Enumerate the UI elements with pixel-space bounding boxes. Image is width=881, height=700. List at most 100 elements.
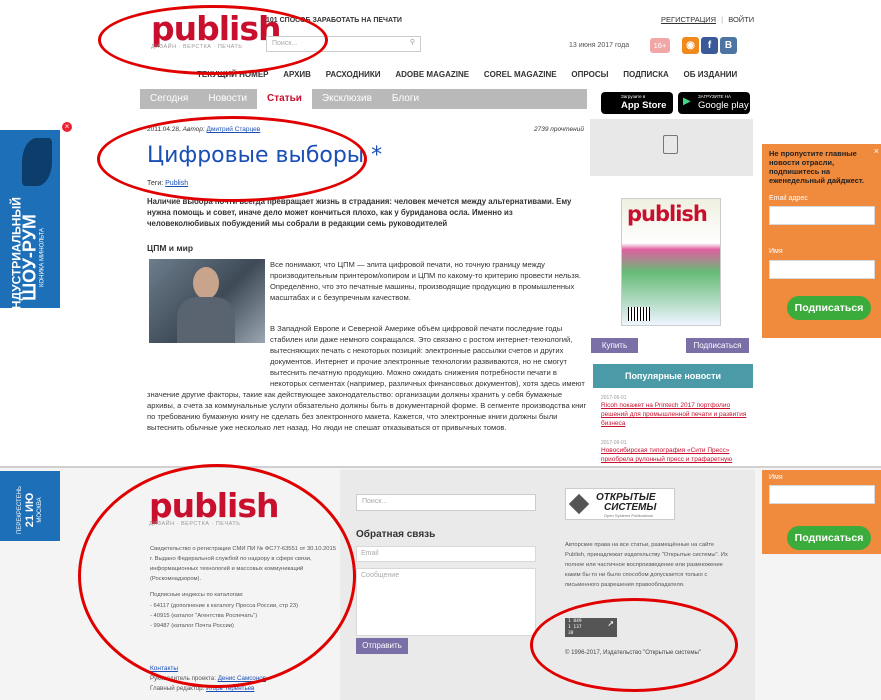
registration-text: Свидетельство о регистрации СМИ ПИ № ФС7… — [150, 546, 336, 582]
name-field[interactable] — [769, 260, 875, 279]
footer-middle: Поиск... Обратная связь Email Сообщение … — [340, 470, 550, 700]
age-badge: 16+ — [650, 38, 670, 53]
subscribe-submit-button[interactable]: Подписаться — [787, 296, 871, 320]
name-label: Имя — [769, 248, 783, 255]
subscribe-widget-2: Имя Подписаться — [762, 470, 881, 554]
article-lead: Наличие выбора почти всегда превращает ж… — [147, 197, 572, 228]
copyright-line: © 1996-2017, Издательство "Открытые сист… — [565, 650, 701, 656]
photo-float-spacer — [147, 323, 270, 387]
subscribe-heading: Не пропустите главные новости отрасли, п… — [769, 149, 864, 185]
main-page: publish ДИЗАЙН · ВЕРСТКА · ПЕЧАТЬ 101 СП… — [140, 0, 755, 468]
nav-supplies[interactable]: РАСХОДНИКИ — [326, 70, 381, 79]
google-play-button[interactable]: ▶ ЗАГРУЗИТЕ НА Google play — [678, 92, 750, 114]
facebook-icon[interactable]: f — [701, 37, 718, 54]
footer-search-input[interactable]: Поиск... — [356, 494, 536, 511]
tags-label: Теги: — [147, 180, 164, 187]
main-nav: ТЕКУЩИЙ НОМЕР АРХИВ РАСХОДНИКИ ADOBE MAG… — [197, 69, 749, 80]
news-link[interactable]: Ricoh покажет на Printech 2017 портфолио… — [601, 401, 751, 428]
section-heading: ЦПМ и мир — [147, 243, 194, 253]
search-input[interactable]: Поиск... ⚲ — [266, 36, 421, 52]
popular-news-item[interactable]: 2017-06-01 Новосибирская типография «Сит… — [601, 440, 751, 466]
feedback-title: Обратная связь — [356, 529, 436, 540]
email-label: Email адрес — [769, 195, 808, 202]
article-title: Цифровые выборы * — [147, 143, 383, 168]
nav-polls[interactable]: ОПРОСЫ — [571, 70, 608, 79]
article-tags: Теги: Publish — [147, 180, 188, 187]
catalog-item: - 99487 (каталог Почта России) — [150, 623, 234, 629]
nav-corel[interactable]: COREL MAGAZINE — [484, 70, 557, 79]
nav-archive[interactable]: АРХИВ — [283, 70, 311, 79]
play-icon: ▶ — [683, 96, 691, 107]
section-tabs: Сегодня Новости Статьи Эксклюзив Блоги — [140, 89, 587, 109]
name-label: Имя — [769, 474, 783, 481]
author-label: Автор: — [182, 126, 205, 133]
auth-links: РЕГИСТРАЦИЯ | ВОЙТИ — [661, 15, 754, 24]
subscribe-widget: Не пропустите главные новости отрасли, п… — [762, 144, 881, 338]
article-meta: 2011.04.28, Автор: Дмитрий Старцев — [147, 126, 260, 133]
rss-icon[interactable]: ◉ — [682, 37, 699, 54]
app-store-button[interactable]: Загрузите в App Store — [601, 92, 673, 114]
broken-image-placeholder — [590, 119, 753, 176]
nav-adobe[interactable]: ADOBE MAGAZINE — [395, 70, 469, 79]
nav-about[interactable]: ОБ ИЗДАНИИ — [684, 70, 738, 79]
vk-icon[interactable]: B — [720, 37, 737, 54]
feedback-message-field[interactable]: Сообщение — [356, 568, 536, 636]
article-paragraph-1: Все понимают, что ЦПМ — элита цифровой п… — [270, 260, 581, 302]
left-ad-banner-2[interactable]: ПЕРЕКРЕСТЕНЬ 21 ИЮ МОСКВА — [0, 471, 60, 541]
open-systems-logo[interactable]: ОТКРЫТЫЕ СИСТЕМЫ Open Systems Publicatio… — [565, 488, 675, 520]
left-ad-banner[interactable]: ИНДУСТРИАЛЬНЫЙ ШОУ-РУМ КОНИКА МИНОЛЬТА — [0, 130, 60, 308]
author-link[interactable]: Дмитрий Старцев — [207, 126, 261, 133]
subscribe-submit-button[interactable]: Подписаться — [787, 526, 871, 550]
editor-link[interactable]: Игорь Терентьев — [206, 685, 254, 692]
catalog-item: - 40915 (каталог "Агентства Роспечать") — [150, 613, 258, 619]
liveinternet-counter[interactable]: 1 849 1 137 38 ↗ — [565, 616, 617, 637]
email-field[interactable] — [769, 206, 875, 225]
tab-articles[interactable]: Статьи — [257, 89, 312, 109]
magazine-cover[interactable]: publish — [621, 198, 721, 326]
site-logo[interactable]: publish ДИЗАЙН · ВЕРСТКА · ПЕЧАТЬ — [151, 12, 281, 50]
nav-subscription[interactable]: ПОДПИСКА — [623, 70, 669, 79]
footer-logo[interactable]: publish ДИЗАЙН · ВЕРСТКА · ПЕЧАТЬ — [149, 489, 279, 527]
arrow-icon: ↗ — [607, 616, 614, 629]
login-link[interactable]: ВОЙТИ — [728, 15, 754, 24]
cube-icon — [568, 493, 590, 515]
left-ad-2-text: ПЕРЕКРЕСТЕНЬ 21 ИЮ МОСКВА — [17, 486, 43, 534]
close-icon[interactable]: × — [874, 146, 879, 156]
tab-exclusive[interactable]: Эксклюзив — [312, 89, 382, 109]
send-button[interactable]: Отправить — [356, 638, 408, 654]
cover-logo: publish — [627, 202, 708, 226]
popular-news-item[interactable]: 2017-06-01 Ricoh покажет на Printech 201… — [601, 395, 751, 428]
header-date: 13 июня 2017 года — [569, 42, 630, 49]
news-link[interactable]: Новосибирская типография «Сити Пресс» пр… — [601, 446, 751, 464]
tab-blogs[interactable]: Блоги — [382, 89, 429, 109]
cover-barcode — [628, 307, 650, 321]
auth-separator: | — [721, 15, 724, 24]
contacts-link[interactable]: Контакты — [150, 665, 178, 672]
nav-current-issue[interactable]: ТЕКУЩИЙ НОМЕР — [197, 70, 269, 79]
article-paragraph-2-wrap: В Западной Европе и Северной Америке объ… — [147, 323, 587, 466]
broken-image-icon — [663, 135, 678, 154]
manager-line: Руководитель проекта: Денис Самсонов — [150, 675, 267, 682]
name-field[interactable] — [769, 485, 875, 504]
article-date: 2011.04.28, — [147, 126, 181, 133]
footer-right: ОТКРЫТЫЕ СИСТЕМЫ Open Systems Publicatio… — [550, 470, 755, 700]
catalogs-title: Подписные индексы по каталогам: — [150, 592, 244, 598]
close-ad-icon[interactable]: × — [62, 122, 72, 132]
tab-news[interactable]: Новости — [198, 89, 257, 109]
manager-link[interactable]: Денис Самсонов — [218, 675, 266, 682]
tab-today[interactable]: Сегодня — [140, 89, 198, 109]
person-head — [193, 267, 219, 299]
search-icon: ⚲ — [409, 39, 415, 46]
article-reads: 2739 прочтений — [534, 126, 584, 133]
catalog-item: - 64117 (дополнение к каталогу Пресса Ро… — [150, 603, 299, 609]
editor-line: Главный редактор: Игорь Терентьев — [150, 685, 255, 692]
register-link[interactable]: РЕГИСТРАЦИЯ — [661, 15, 716, 24]
copyright-notice: Авторские права на все статьи, размещённ… — [565, 542, 728, 588]
tagline: 101 СПОСОБ ЗАРАБОТАТЬ НА ПЕЧАТИ — [266, 17, 402, 24]
feedback-email-field[interactable]: Email — [356, 546, 536, 562]
tag-link[interactable]: Publish — [165, 180, 188, 187]
subscribe-button[interactable]: Подписаться — [686, 338, 749, 353]
left-ad-text: ИНДУСТРИАЛЬНЫЙ ШОУ-РУМ КОНИКА МИНОЛЬТА — [9, 197, 46, 308]
popular-news-header: Популярные новости — [593, 364, 753, 388]
buy-button[interactable]: Купить — [591, 338, 638, 353]
